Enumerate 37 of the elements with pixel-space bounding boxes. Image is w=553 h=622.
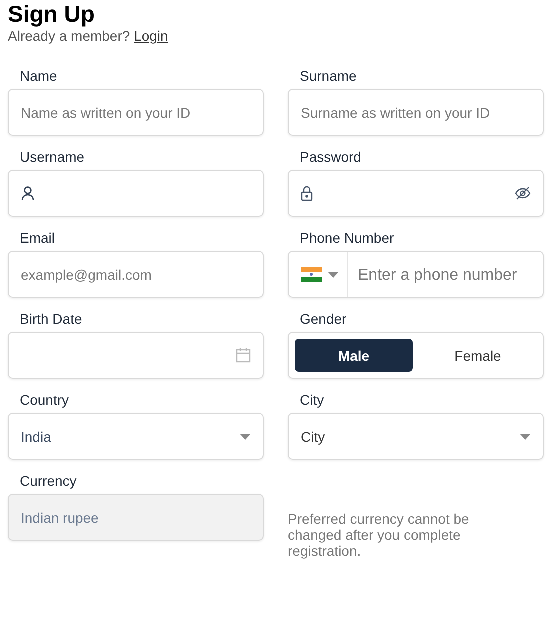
gender-option[interactable]: Female: [419, 339, 537, 372]
field-label: Password: [299, 149, 362, 167]
caret-icon[interactable]: [240, 434, 251, 440]
calendar-icon[interactable]: [236, 348, 251, 363]
user-icon: [21, 186, 35, 201]
caret-icon[interactable]: [520, 434, 531, 440]
field-label: Username: [19, 149, 86, 167]
currency-input: Indian rupee: [8, 494, 264, 541]
field-label: Email: [19, 230, 56, 248]
field-label: Surname: [299, 68, 358, 86]
select-dropdown[interactable]: India: [8, 413, 264, 460]
text-input[interactable]: Surname as written on your ID: [288, 89, 544, 136]
caret-icon[interactable]: [328, 272, 339, 278]
country-code-picker[interactable]: [301, 252, 348, 297]
phone-number-input[interactable]: Enter a phone number: [356, 266, 531, 284]
login-link[interactable]: Login: [134, 28, 168, 44]
flag-icon: [301, 267, 322, 282]
page-title: Sign Up: [8, 0, 96, 28]
phone-field[interactable]: Enter a phone number: [288, 251, 544, 298]
member-prompt: Already a member?: [8, 28, 130, 44]
field-label: Gender: [299, 311, 348, 329]
field-label: Name: [19, 68, 58, 86]
select-dropdown[interactable]: City: [288, 413, 544, 460]
date-input[interactable]: [8, 332, 264, 379]
text-input[interactable]: example@gmail.com: [8, 251, 264, 298]
field-label: Phone Number: [299, 230, 396, 248]
username-input[interactable]: [8, 170, 264, 217]
field-label: Birth Date: [19, 311, 84, 329]
eye-off-icon[interactable]: [515, 187, 531, 200]
password-input[interactable]: [288, 170, 544, 217]
gender-option[interactable]: Male: [295, 339, 413, 372]
lock-icon: [301, 186, 313, 201]
field-label: City: [299, 392, 326, 410]
text-input[interactable]: Name as written on your ID: [8, 89, 264, 136]
field-label: Currency: [19, 473, 78, 491]
field-label: Country: [19, 392, 70, 410]
currency-note: Preferred currency cannot be changed after you complete registration.: [288, 510, 470, 559]
